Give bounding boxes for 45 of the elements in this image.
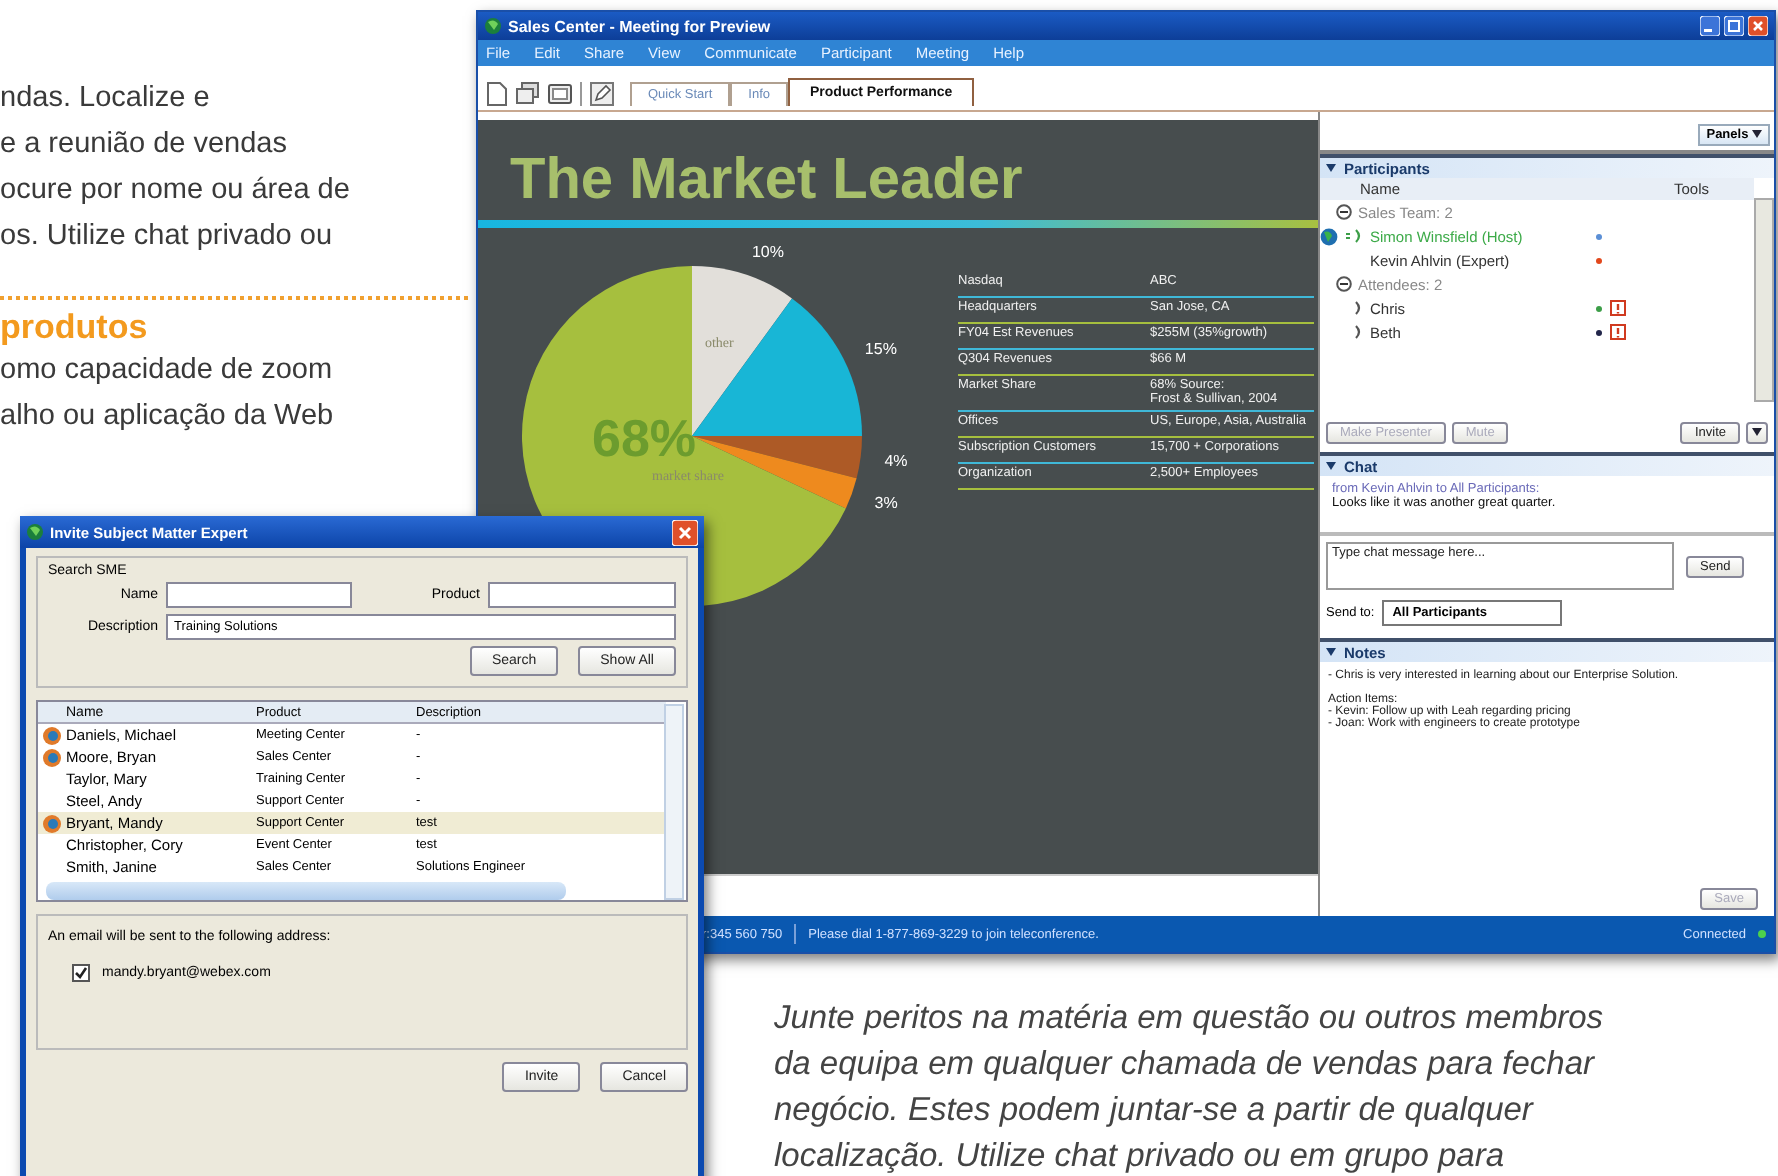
body-text: ocure por nome ou área de [0, 172, 352, 210]
scrollbar[interactable] [46, 882, 566, 900]
scrollbar[interactable] [1754, 198, 1774, 402]
window-title: Sales Center - Meeting for Preview [508, 17, 773, 35]
caption-text: Junte peritos na matéria em questão ou outros membros [774, 998, 1604, 1040]
windows-icon[interactable] [516, 82, 540, 106]
globe-icon [26, 522, 44, 542]
body-text: omo capacidade de zoom [0, 352, 335, 390]
minimize-icon[interactable] [1700, 16, 1720, 36]
collapse-icon[interactable] [1326, 648, 1336, 656]
maximize-icon[interactable] [1724, 16, 1744, 36]
globe-icon [484, 16, 502, 36]
caption-text: da equipa em qualquer chamada de vendas para fechar [774, 1044, 1597, 1086]
body-text: os. Utilize chat privado ou [0, 218, 335, 256]
collapse-icon[interactable] [1336, 204, 1352, 220]
body-text: e a reunião de vendas [0, 126, 289, 164]
document-icon[interactable] [486, 82, 508, 106]
section-heading: produtos [0, 308, 150, 348]
value-label: 3% [874, 493, 898, 512]
screen-icon[interactable] [548, 82, 572, 106]
collapse-icon[interactable] [1336, 276, 1352, 292]
caption-text: negócio. Estes podem juntar-se a partir de qualquer [774, 1090, 1536, 1132]
close-icon[interactable] [672, 519, 698, 545]
collapse-icon[interactable] [1326, 462, 1336, 470]
value-label: 10% [751, 243, 784, 262]
close-icon[interactable] [1748, 16, 1768, 36]
checkbox[interactable] [72, 964, 90, 982]
name-field[interactable] [166, 582, 352, 608]
connected-dot [1758, 930, 1766, 938]
caret-icon [1752, 130, 1762, 138]
caption-text: localização. Utilize chat privado ou em grupo para [774, 1136, 1507, 1176]
scrollbar[interactable] [664, 704, 684, 900]
value-label: 68% [592, 408, 697, 468]
dropdown-button[interactable] [1746, 422, 1768, 444]
body-text: alho ou aplicação da Web [0, 398, 336, 436]
caret-icon [1752, 428, 1762, 436]
slide-title: The Market Leader [508, 146, 1025, 216]
body-text: ndas. Localize e [0, 80, 212, 118]
alert-icon[interactable] [1610, 300, 1626, 316]
product-field[interactable] [488, 582, 676, 608]
pencil-icon[interactable] [590, 82, 614, 106]
value-label: 15% [864, 339, 897, 358]
alert-icon[interactable] [1610, 324, 1626, 340]
value-label: 4% [884, 452, 908, 471]
collapse-icon[interactable] [1326, 164, 1336, 172]
